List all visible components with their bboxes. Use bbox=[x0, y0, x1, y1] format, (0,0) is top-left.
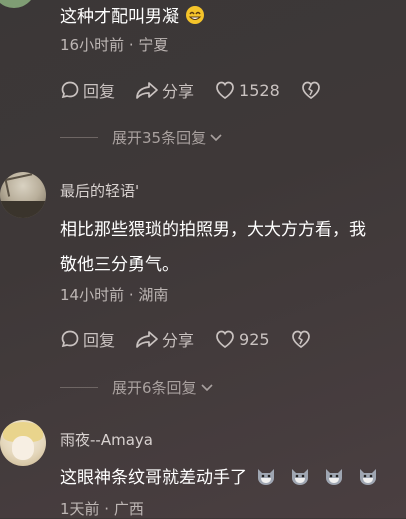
heart-icon bbox=[216, 330, 234, 349]
reply-button[interactable]: 回复 bbox=[60, 327, 115, 351]
broken-heart-icon bbox=[291, 330, 310, 349]
wolf-emoji-icon bbox=[326, 469, 342, 485]
like-button[interactable]: 1528 bbox=[214, 80, 280, 100]
comment-text: 这种才配叫男凝 bbox=[60, 2, 205, 27]
comment-text: 这眼神条纹哥就差动手了 bbox=[60, 463, 379, 488]
wolf-emoji-icon bbox=[292, 469, 308, 485]
comment-text-line: 敬他三分勇气。 bbox=[60, 255, 179, 275]
like-count: 925 bbox=[239, 329, 270, 349]
expand-replies[interactable]: 展开35条回复 bbox=[60, 127, 223, 148]
divider bbox=[60, 387, 98, 388]
username[interactable]: 最后的轻语' bbox=[60, 180, 139, 201]
reply-label: 回复 bbox=[83, 331, 116, 350]
comment-text-line: 相比那些猥琐的拍照男，大大方方看，我 bbox=[60, 220, 366, 240]
expand-replies[interactable]: 展开6条回复 bbox=[60, 377, 214, 398]
broken-heart-icon bbox=[301, 81, 320, 100]
expand-label: 展开35条回复 bbox=[112, 129, 207, 147]
comment-meta: 16小时前 · 宁夏 bbox=[60, 36, 169, 54]
avatar[interactable] bbox=[0, 420, 46, 466]
heart-icon bbox=[216, 81, 234, 100]
wolf-emoji-row bbox=[255, 465, 379, 487]
share-label: 分享 bbox=[162, 331, 195, 350]
reply-label: 回复 bbox=[83, 82, 116, 101]
wolf-emoji-icon bbox=[258, 469, 274, 485]
share-button[interactable]: 分享 bbox=[135, 327, 194, 351]
comment-actions: 回复 分享 1528 bbox=[60, 79, 345, 101]
dislike-button[interactable] bbox=[290, 329, 315, 349]
avatar[interactable] bbox=[0, 0, 36, 8]
reply-button[interactable]: 回复 bbox=[60, 78, 115, 102]
comment-bubble-icon bbox=[61, 81, 79, 99]
expand-label: 展开6条回复 bbox=[112, 379, 197, 397]
like-count: 1528 bbox=[239, 80, 280, 100]
comment-meta: 1天前 · 广西 bbox=[60, 500, 144, 518]
avatar[interactable] bbox=[0, 172, 46, 218]
dislike-button[interactable] bbox=[300, 80, 325, 100]
grinning-face-icon bbox=[186, 6, 204, 24]
divider bbox=[60, 137, 98, 138]
wolf-emoji-icon bbox=[360, 469, 376, 485]
comment-meta: 14小时前 · 湖南 bbox=[60, 286, 169, 304]
chevron-down-icon bbox=[210, 133, 222, 141]
share-label: 分享 bbox=[162, 82, 195, 101]
comment-actions: 回复 分享 925 bbox=[60, 328, 335, 350]
share-arrow-icon bbox=[136, 331, 158, 348]
share-button[interactable]: 分享 bbox=[135, 78, 194, 102]
chevron-down-icon bbox=[200, 383, 213, 391]
comment-bubble-icon bbox=[61, 330, 79, 348]
like-button[interactable]: 925 bbox=[214, 329, 270, 349]
share-arrow-icon bbox=[136, 82, 158, 99]
username[interactable]: 雨夜--Amaya bbox=[60, 429, 153, 450]
